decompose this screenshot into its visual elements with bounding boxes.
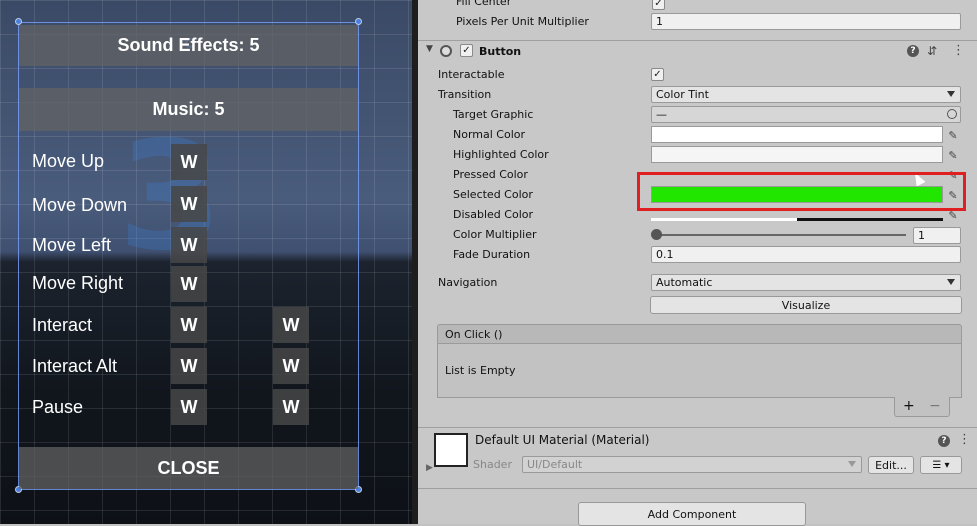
target-graphic-value: — [656,108,667,121]
chevron-down-icon [947,279,955,285]
game-view: 3 Sound Effects: 5 Music: 5 Move Up W Mo… [0,0,412,524]
add-component-button[interactable]: Add Component [578,502,806,526]
binding-move-right-button[interactable]: W [171,266,207,302]
button-enabled-checkbox[interactable]: ✓ [460,44,473,57]
binding-label-move-right: Move Right [32,273,124,293]
target-graphic-field[interactable]: — [651,106,961,123]
separator [418,40,977,41]
ppu-label: Pixels Per Unit Multiplier [456,15,589,28]
help-icon[interactable]: ? [907,45,919,57]
visualize-button[interactable]: Visualize [650,296,962,314]
binding-label-pause: Pause [32,397,84,417]
transition-label: Transition [438,88,492,101]
binding-label-move-left: Move Left [32,235,112,255]
binding-interact-alt-button[interactable]: W [171,348,207,384]
color-multiplier-slider-track[interactable] [656,234,906,236]
binding-interact-alt-secondary-button[interactable]: W [273,348,309,384]
onclick-header: On Click () [437,324,962,344]
chevron-down-icon [848,461,856,467]
separator [418,427,977,428]
binding-interact-button[interactable]: W [171,307,207,343]
rect-handle-top-right[interactable] [355,18,362,25]
binding-move-down-button[interactable]: W [171,186,207,222]
navigation-label: Navigation [438,276,498,289]
music-button[interactable]: Music: 5 [19,88,358,131]
list-menu-icon: ☰ ▾ [932,459,950,471]
sound-effects-button[interactable]: Sound Effects: 5 [19,25,358,66]
shader-options-button[interactable]: ☰ ▾ [920,456,962,474]
material-title: Default UI Material (Material) [475,433,650,447]
shader-label: Shader [473,458,512,471]
binding-pause-secondary-button[interactable]: W [273,389,309,425]
fade-duration-field[interactable]: 0.1 [651,246,961,263]
binding-label-move-down: Move Down [32,195,128,215]
inspector-panel: Fill Center ✓ Pixels Per Unit Multiplier… [418,0,977,526]
script-component-icon [440,45,452,57]
foldout-arrow-icon[interactable]: ▶ [426,463,433,473]
normal-color-swatch[interactable] [651,126,943,143]
binding-label-interact: Interact [32,315,93,335]
shader-dropdown[interactable]: UI/Default [522,456,862,473]
foldout-arrow-icon[interactable]: ▼ [426,44,433,54]
fill-center-label: Fill Center [456,0,512,8]
edit-shader-button[interactable]: Edit... [868,456,914,474]
rect-handle-top-left[interactable] [15,18,22,25]
binding-move-up-button[interactable]: W [171,144,207,180]
fade-duration-label: Fade Duration [453,248,531,261]
component-title: Button [479,45,522,58]
preset-settings-icon[interactable]: ⇵ [927,44,937,58]
binding-interact-alt-slot-button[interactable]: W [273,307,309,343]
color-multiplier-label: Color Multiplier [453,228,537,241]
binding-label-interact-alt: Interact Alt [32,356,118,376]
chevron-down-icon [947,91,955,97]
highlighted-color-label: Highlighted Color [453,148,549,161]
separator [418,488,977,489]
material-preview-icon [434,433,468,467]
target-graphic-label: Target Graphic [453,108,534,121]
ppu-field[interactable]: 1 [651,13,961,30]
eyedropper-icon[interactable]: ✎ [946,128,960,142]
close-button[interactable]: CLOSE [19,447,358,489]
onclick-empty-text: List is Empty [445,364,516,377]
onclick-list: List is Empty [437,343,962,398]
binding-pause-button[interactable]: W [171,389,207,425]
component-menu-icon[interactable]: ⋮ [958,432,971,447]
navigation-value: Automatic [656,276,713,289]
help-icon[interactable]: ? [938,435,950,447]
color-multiplier-field[interactable]: 1 [913,227,961,244]
transition-dropdown[interactable]: Color Tint [651,86,961,103]
add-event-button[interactable]: + [903,398,915,414]
component-menu-icon[interactable]: ⋮ [952,43,965,58]
transition-value: Color Tint [656,88,709,101]
shader-value: UI/Default [527,458,583,471]
normal-color-label: Normal Color [453,128,526,141]
fill-center-checkbox[interactable]: ✓ [652,0,665,10]
binding-label-move-up: Move Up [32,151,105,171]
selected-color-label: Selected Color [453,188,533,201]
highlight-annotation-box [637,172,966,211]
pressed-color-label: Pressed Color [453,168,528,181]
eyedropper-icon[interactable]: ✎ [946,208,960,222]
binding-move-left-button[interactable]: W [171,227,207,263]
interactable-label: Interactable [438,68,505,81]
highlighted-color-swatch[interactable] [651,146,943,163]
eyedropper-icon[interactable]: ✎ [946,148,960,162]
navigation-dropdown[interactable]: Automatic [651,274,961,291]
color-multiplier-slider-thumb[interactable] [651,229,662,240]
disabled-color-label: Disabled Color [453,208,534,221]
interactable-checkbox[interactable]: ✓ [651,68,664,81]
object-picker-icon[interactable] [947,109,957,119]
disabled-color-swatch[interactable] [651,213,943,223]
remove-event-button[interactable]: − [929,398,941,414]
